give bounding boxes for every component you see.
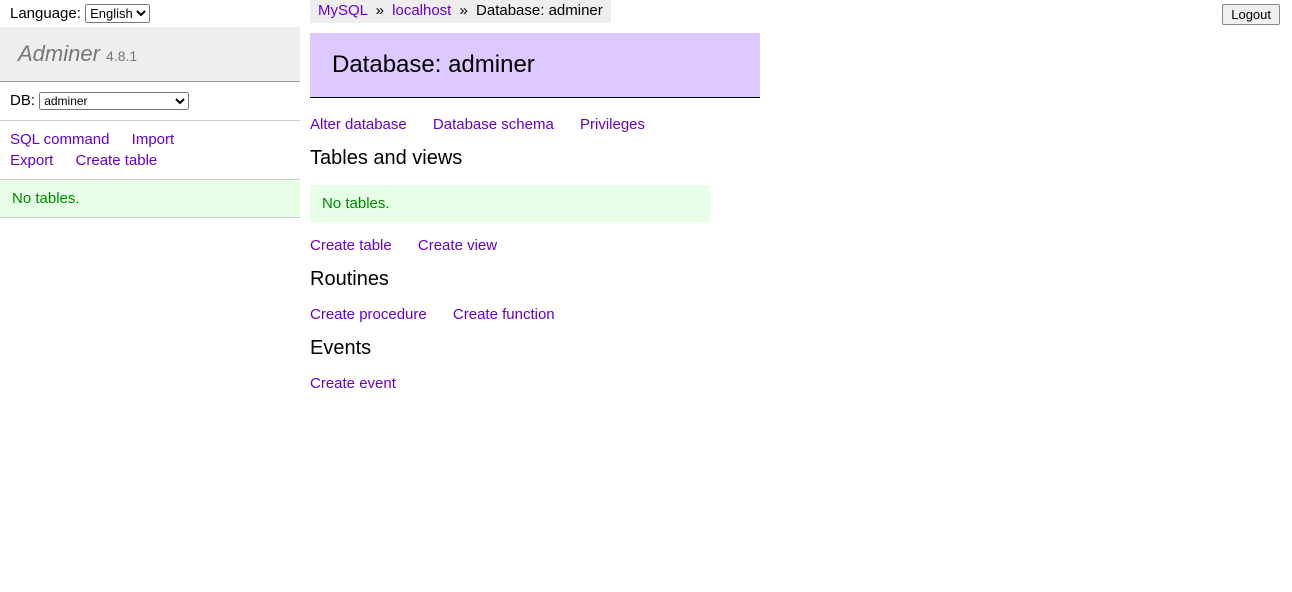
app-title: Adminer 4.8.1 [0, 27, 300, 82]
sidebar: Language: English Adminer 4.8.1 DB: admi… [0, 0, 300, 218]
db-label: DB: [10, 92, 35, 109]
breadcrumb-host[interactable]: localhost [392, 2, 451, 19]
link-create-table-main[interactable]: Create table [310, 237, 392, 254]
language-label: Language: [10, 5, 81, 22]
routines-heading: Routines [310, 268, 1272, 291]
breadcrumb: MySQL » localhost » Database: adminer [310, 0, 611, 23]
link-create-view[interactable]: Create view [418, 237, 497, 254]
breadcrumb-server-type[interactable]: MySQL [318, 2, 367, 19]
db-action-links: Alter database Database schema Privilege… [310, 116, 1272, 133]
events-heading: Events [310, 337, 1272, 360]
page-title: Database: adminer [310, 33, 760, 98]
breadcrumb-separator: » [376, 2, 384, 19]
link-create-function[interactable]: Create function [453, 306, 555, 323]
link-alter-database[interactable]: Alter database [310, 116, 407, 133]
db-select[interactable]: adminer [39, 92, 189, 110]
tables-action-links: Create table Create view [310, 237, 1272, 254]
link-import[interactable]: Import [132, 129, 175, 150]
tables-heading: Tables and views [310, 147, 1272, 170]
sidebar-links: SQL command Import Export Create table [0, 121, 300, 180]
logout-button[interactable] [1222, 4, 1280, 25]
routines-action-links: Create procedure Create function [310, 306, 1272, 323]
main-content: MySQL » localhost » Database: adminer Da… [310, 0, 1292, 426]
link-create-table[interactable]: Create table [76, 150, 158, 171]
link-database-schema[interactable]: Database schema [433, 116, 554, 133]
breadcrumb-current: Database: adminer [476, 2, 603, 19]
language-row: Language: English [0, 0, 300, 27]
sidebar-no-tables: No tables. [0, 180, 300, 218]
language-select[interactable]: English [85, 4, 150, 23]
no-tables-message: No tables. [310, 185, 710, 222]
link-create-procedure[interactable]: Create procedure [310, 306, 427, 323]
link-create-event[interactable]: Create event [310, 375, 396, 392]
db-row: DB: adminer [0, 82, 300, 121]
app-version: 4.8.1 [106, 48, 137, 64]
app-name: Adminer [18, 41, 100, 66]
breadcrumb-separator: » [460, 2, 468, 19]
link-export[interactable]: Export [10, 150, 53, 171]
link-sql-command[interactable]: SQL command [10, 129, 110, 150]
events-action-links: Create event [310, 375, 1272, 392]
link-privileges[interactable]: Privileges [580, 116, 645, 133]
logout-form [1222, 4, 1280, 25]
